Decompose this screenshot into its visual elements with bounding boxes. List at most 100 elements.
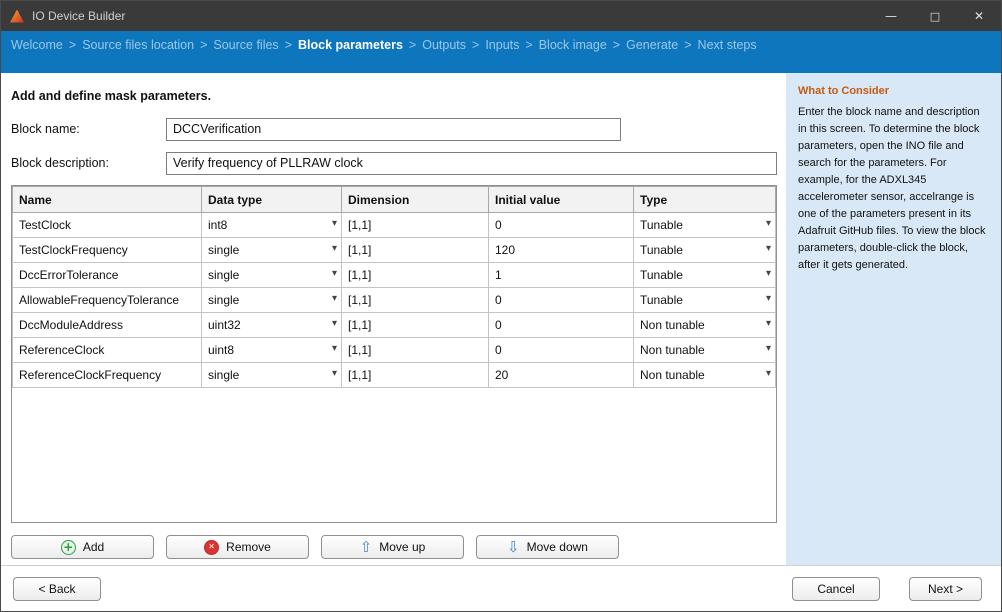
data-type-dropdown[interactable]: uint32▾: [202, 313, 342, 338]
dimension-cell[interactable]: [1,1]: [342, 363, 489, 388]
dimension-cell[interactable]: [1,1]: [342, 338, 489, 363]
column-header-type[interactable]: Type: [634, 187, 776, 213]
io-device-builder-window: IO Device Builder — □ ✕ Welcome > Source f…: [0, 0, 1002, 612]
chevron-down-icon: ▾: [766, 293, 771, 304]
block-name-label: Block name:: [11, 122, 166, 136]
breadcrumb-separator: >: [613, 38, 620, 52]
footer: < Back Cancel Next >: [1, 565, 1001, 611]
type-dropdown[interactable]: Non tunable ▾: [634, 313, 776, 338]
data-type-dropdown[interactable]: single▾: [202, 238, 342, 263]
chevron-down-icon: ▾: [332, 268, 337, 279]
sidebar-body-text: Enter the block name and description in …: [798, 104, 989, 274]
block-description-input[interactable]: [166, 152, 777, 175]
initial-value-cell[interactable]: 0: [489, 338, 634, 363]
remove-button[interactable]: ✕ Remove: [166, 535, 309, 559]
initial-value-cell[interactable]: 0: [489, 313, 634, 338]
data-type-dropdown[interactable]: single▾: [202, 363, 342, 388]
data-type-dropdown[interactable]: uint8 ▾: [202, 338, 342, 363]
breadcrumb-step-outputs[interactable]: Outputs: [422, 38, 466, 52]
matlab-app-icon: [10, 10, 24, 23]
param-name-cell[interactable]: TestClock: [13, 213, 202, 238]
breadcrumb-separator: >: [200, 38, 207, 52]
data-type-dropdown[interactable]: int8▾: [202, 213, 342, 238]
data-type-dropdown[interactable]: single▾: [202, 288, 342, 313]
add-icon: +: [61, 540, 76, 555]
param-name-cell[interactable]: ReferenceClockFrequency: [13, 363, 202, 388]
remove-icon: ✕: [204, 540, 219, 555]
dimension-cell[interactable]: [1,1]: [342, 288, 489, 313]
breadcrumb-step-source-files[interactable]: Source files: [213, 38, 278, 52]
parameters-table: NameData typeDimensionInitial valueType …: [11, 185, 777, 523]
table-row: ReferenceClockFrequencysingle▾[1,1]20Non…: [13, 363, 776, 388]
initial-value-cell[interactable]: 20: [489, 363, 634, 388]
type-dropdown[interactable]: Tunable▾: [634, 213, 776, 238]
type-dropdown-value: Tunable: [640, 243, 683, 257]
dimension-cell[interactable]: [1,1]: [342, 313, 489, 338]
table-row: DccModuleAddressuint32▾[1,1]0Non tunable…: [13, 313, 776, 338]
minimize-icon[interactable]: —: [869, 1, 913, 31]
sidebar-title: What to Consider: [798, 85, 989, 97]
column-header-name[interactable]: Name: [13, 187, 202, 213]
titlebar: IO Device Builder — □ ✕: [1, 1, 1001, 31]
move-up-button[interactable]: ⇧ Move up: [321, 535, 464, 559]
chevron-down-icon: ▾: [766, 268, 771, 279]
close-icon[interactable]: ✕: [957, 1, 1001, 31]
table-row: TestClockFrequencysingle▾[1,1]120Tunable…: [13, 238, 776, 263]
chevron-down-icon: ▾: [332, 218, 337, 229]
breadcrumb-step-block-image[interactable]: Block image: [539, 38, 607, 52]
dimension-cell[interactable]: [1,1]: [342, 213, 489, 238]
maximize-icon[interactable]: □: [913, 1, 957, 31]
column-header-dimension[interactable]: Dimension: [342, 187, 489, 213]
move-up-button-label: Move up: [379, 540, 425, 554]
chevron-down-icon: ▾: [332, 368, 337, 379]
initial-value-cell[interactable]: 0: [489, 288, 634, 313]
breadcrumb-step-generate[interactable]: Generate: [626, 38, 678, 52]
block-description-row: Block description:: [11, 151, 777, 175]
data-type-dropdown-value: single: [208, 243, 239, 257]
param-name-cell[interactable]: ReferenceClock: [13, 338, 202, 363]
param-name-cell[interactable]: TestClockFrequency: [13, 238, 202, 263]
block-name-input[interactable]: [166, 118, 621, 141]
column-header-initial-value[interactable]: Initial value: [489, 187, 634, 213]
dimension-cell[interactable]: [1,1]: [342, 238, 489, 263]
type-dropdown[interactable]: Tunable▾: [634, 238, 776, 263]
chevron-down-icon: ▾: [766, 318, 771, 329]
type-dropdown[interactable]: Tunable▾: [634, 263, 776, 288]
param-name-cell[interactable]: AllowableFrequencyTolerance: [13, 288, 202, 313]
type-dropdown[interactable]: Non tunable▾: [634, 363, 776, 388]
add-button[interactable]: + Add: [11, 535, 154, 559]
initial-value-cell[interactable]: 1: [489, 263, 634, 288]
data-type-dropdown-value: single: [208, 293, 239, 307]
breadcrumb-step-inputs[interactable]: Inputs: [485, 38, 519, 52]
move-down-button[interactable]: ⇩ Move down: [476, 535, 619, 559]
initial-value-cell[interactable]: 0: [489, 213, 634, 238]
dimension-cell[interactable]: [1,1]: [342, 263, 489, 288]
chevron-down-icon: ▾: [766, 343, 771, 354]
cancel-button[interactable]: Cancel: [792, 577, 880, 601]
table-row: DccErrorTolerancesingle▾[1,1]1Tunable▾: [13, 263, 776, 288]
initial-value-cell[interactable]: 120: [489, 238, 634, 263]
breadcrumb-step-next-steps[interactable]: Next steps: [698, 38, 757, 52]
column-header-data-type[interactable]: Data type: [202, 187, 342, 213]
param-name-cell[interactable]: DccModuleAddress: [13, 313, 202, 338]
type-dropdown-value: Non tunable: [640, 318, 705, 332]
type-dropdown-value: Non tunable: [640, 343, 705, 357]
type-dropdown[interactable]: Tunable▾: [634, 288, 776, 313]
data-type-dropdown[interactable]: single▾: [202, 263, 342, 288]
add-button-label: Add: [83, 540, 104, 554]
breadcrumb-step-welcome[interactable]: Welcome: [11, 38, 63, 52]
data-type-dropdown-value: uint8: [208, 343, 234, 357]
table-actions: + Add ✕ Remove ⇧ Move up ⇩ Move down: [11, 535, 777, 559]
param-name-cell[interactable]: DccErrorTolerance: [13, 263, 202, 288]
window-controls: — □ ✕: [869, 1, 1001, 31]
back-button[interactable]: < Back: [13, 577, 101, 601]
move-down-icon: ⇩: [507, 540, 520, 555]
block-name-row: Block name:: [11, 117, 777, 141]
main-panel: Add and define mask parameters. Block na…: [1, 73, 786, 565]
breadcrumb-step-block-parameters[interactable]: Block parameters: [298, 38, 403, 52]
breadcrumb-step-source-files-location[interactable]: Source files location: [82, 38, 194, 52]
type-dropdown[interactable]: Non tunable ▾: [634, 338, 776, 363]
table-row: TestClockint8▾[1,1]0Tunable▾: [13, 213, 776, 238]
next-button[interactable]: Next >: [909, 577, 982, 601]
chevron-down-icon: ▾: [332, 343, 337, 354]
